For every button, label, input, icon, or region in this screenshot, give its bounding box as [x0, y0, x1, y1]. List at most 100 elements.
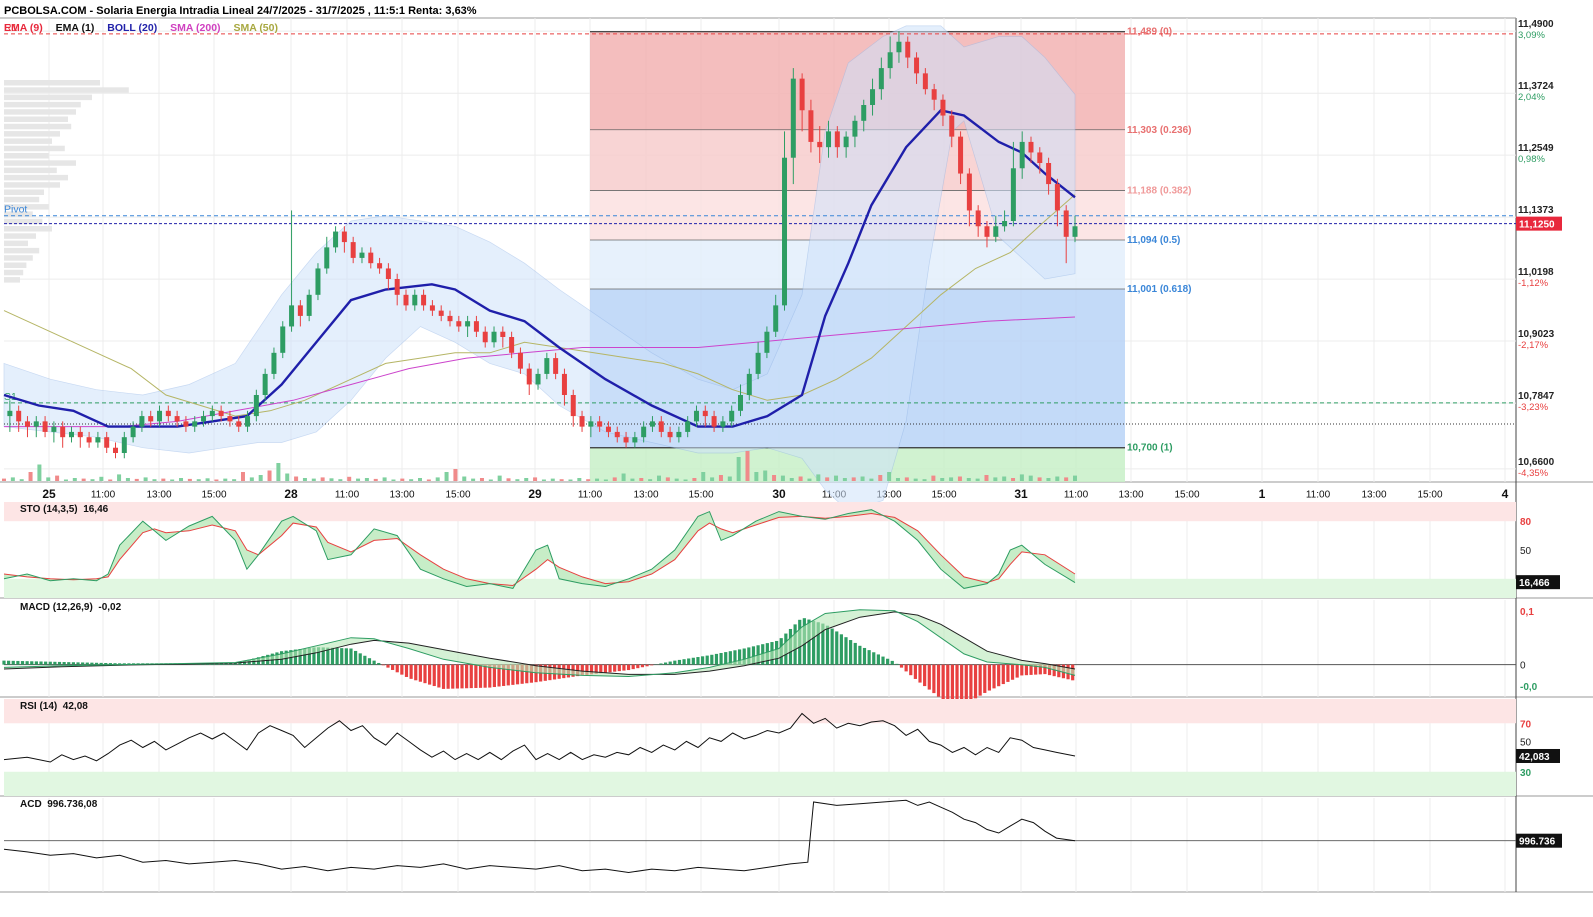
volume-bar	[2, 479, 6, 481]
candle-body	[60, 427, 65, 438]
macd-hist-bar	[234, 663, 237, 664]
candle-body	[271, 353, 276, 374]
candle-body	[993, 226, 998, 237]
volume-bar	[365, 478, 369, 481]
sto-label: STO (14,3,5) 16,46	[20, 504, 108, 515]
candle-body	[342, 232, 347, 243]
x-tick-label: 13:00	[146, 490, 171, 501]
volume-bar	[896, 478, 900, 481]
volume-profile-bar	[4, 277, 20, 283]
candle-body	[835, 131, 840, 147]
macd-hist-bar	[826, 626, 829, 665]
macd-hist-bar	[983, 665, 986, 693]
macd-hist-bar	[1002, 665, 1005, 684]
candle-body	[474, 321, 479, 332]
candle-body	[201, 416, 206, 421]
macd-hist-bar	[16, 661, 19, 665]
candle-body	[122, 437, 127, 453]
volume-bar	[560, 479, 564, 481]
volume-profile-bar	[4, 263, 26, 269]
candle-body	[861, 105, 866, 121]
macd-hist-bar	[414, 665, 417, 681]
volume-bar	[144, 477, 148, 481]
volume-bar	[37, 465, 41, 482]
fib-label: 11,303 (0.236)	[1127, 125, 1192, 136]
volume-bar	[967, 478, 971, 481]
volume-bar	[701, 472, 705, 481]
x-tick-label: 4	[1502, 487, 1509, 501]
candle-body	[1055, 184, 1060, 210]
candle-body	[597, 421, 602, 426]
chart-svg: 2511:0013:0015:002811:0013:0015:002911:0…	[0, 0, 1593, 912]
candle-body	[729, 411, 734, 422]
candle-body	[175, 416, 180, 421]
volume-bar	[462, 477, 466, 482]
volume-bar	[772, 475, 776, 481]
volume-bar	[498, 476, 502, 481]
macd-hist-bar	[1025, 665, 1028, 676]
macd-hist-bar	[701, 656, 704, 664]
volume-bar	[515, 479, 519, 481]
volume-bar	[949, 477, 953, 481]
legend-ema1: EMA (1)	[56, 22, 95, 34]
volume-bar	[91, 479, 95, 481]
candle-body	[456, 321, 461, 326]
volume-bar	[409, 479, 413, 481]
volume-bar	[161, 479, 165, 481]
macd-hist-bar	[636, 665, 639, 669]
macd-hist-bar	[687, 658, 690, 664]
volume-bar	[232, 479, 236, 481]
volume-bar	[383, 477, 387, 481]
volume-bar	[728, 477, 732, 482]
candle-body	[712, 416, 717, 427]
level-label-pivot: Pivot	[4, 204, 27, 216]
macd-hist-bar	[100, 663, 103, 665]
macd-hist-bar	[479, 665, 482, 688]
sto-oversold-zone	[4, 579, 1516, 598]
candle-body	[492, 332, 497, 343]
volume-bar	[869, 479, 873, 481]
candle-body	[192, 421, 197, 426]
volume-bar	[391, 480, 395, 482]
candle-body	[307, 295, 312, 316]
volume-bar	[914, 479, 918, 481]
volume-bar	[586, 479, 590, 481]
macd-hist-bar	[419, 665, 422, 682]
candle-body	[289, 305, 294, 326]
macd-hist-bar	[391, 665, 394, 670]
volume-bar	[613, 477, 617, 481]
candle-body	[870, 89, 875, 105]
fib-label: 11,188 (0.382)	[1127, 185, 1192, 196]
y-pct-label: 0,98%	[1518, 154, 1545, 165]
candle-body	[403, 295, 408, 306]
volume-bar	[719, 475, 723, 481]
candle-body	[87, 437, 92, 442]
macd-hist-bar	[1020, 665, 1023, 676]
fib-label: 11,094 (0.5)	[1127, 235, 1180, 246]
macd-hist-bar	[26, 661, 29, 665]
candle-body	[624, 437, 629, 442]
x-tick-label: 11:00	[335, 490, 360, 501]
macd-hist-bar	[849, 640, 852, 665]
macd-hist-bar	[447, 665, 450, 689]
macd-hist-bar	[979, 665, 982, 696]
macd-hist-bar	[340, 648, 343, 665]
volume-bar	[976, 479, 980, 481]
candle-body	[615, 432, 620, 437]
volume-bar	[524, 478, 528, 481]
x-tick-label: 13:00	[1361, 490, 1386, 501]
volume-bar	[692, 478, 696, 481]
volume-profile-bar	[4, 117, 68, 123]
legend-boll: BOLL (20)	[107, 22, 157, 34]
legend-ema9: EMA (9)	[4, 22, 43, 34]
candle-body	[263, 374, 268, 395]
volume-bar	[321, 477, 325, 481]
candle-body	[685, 421, 690, 432]
volume-bar	[648, 479, 652, 481]
macd-hist-bar	[1016, 665, 1019, 678]
volume-profile-bar	[4, 190, 44, 196]
macd-hist-bar	[692, 658, 695, 665]
volume-profile-bar	[4, 175, 68, 181]
volume-bar	[294, 477, 298, 482]
macd-hist-bar	[437, 665, 440, 688]
